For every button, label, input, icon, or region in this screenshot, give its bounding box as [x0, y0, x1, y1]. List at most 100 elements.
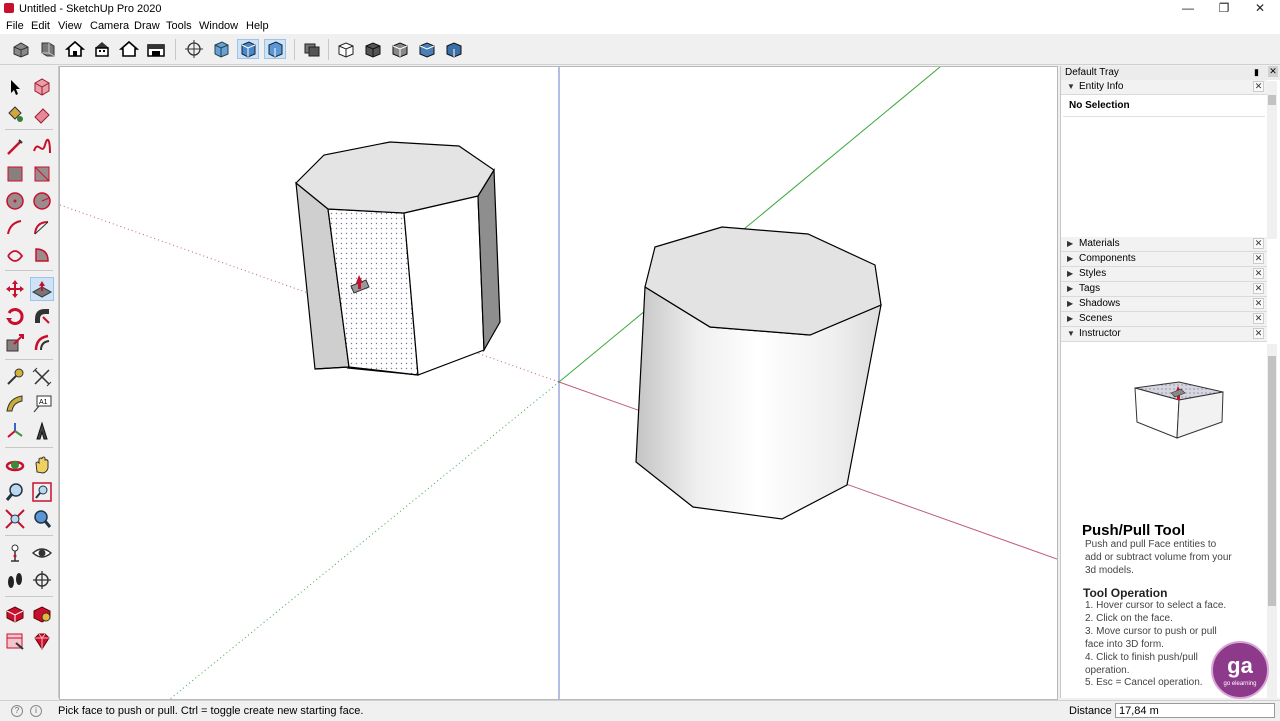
- previous-view-icon[interactable]: [31, 508, 53, 530]
- select-icon[interactable]: [4, 76, 26, 98]
- scroll-thumb[interactable]: [1268, 95, 1276, 105]
- scroll-thumb[interactable]: [1268, 356, 1276, 606]
- info-icon[interactable]: ?: [11, 705, 23, 717]
- scale-icon[interactable]: [4, 332, 26, 354]
- paint-bucket-icon[interactable]: [4, 103, 26, 125]
- panel-close-icon[interactable]: ✕: [1253, 313, 1264, 324]
- dimension-icon[interactable]: [31, 366, 53, 388]
- zoom-window-icon[interactable]: [31, 481, 53, 503]
- solid-outer-shell-icon[interactable]: [390, 40, 410, 58]
- layout-icon[interactable]: [4, 630, 26, 652]
- panel-close-icon[interactable]: ✕: [1253, 253, 1264, 264]
- 2pt-arc-icon[interactable]: [31, 217, 53, 239]
- pin-icon[interactable]: ▮: [1254, 67, 1259, 78]
- pan-icon[interactable]: [31, 454, 53, 476]
- follow-me-icon[interactable]: [31, 305, 53, 327]
- monochrome-icon[interactable]: [363, 40, 383, 58]
- menu-help[interactable]: Help: [246, 20, 269, 32]
- panel-close-icon[interactable]: ✕: [1253, 328, 1264, 339]
- solid-union-icon[interactable]: [444, 40, 464, 58]
- close-button[interactable]: ✕: [1242, 0, 1278, 18]
- menu-draw[interactable]: Draw: [134, 20, 160, 32]
- modeling-viewport[interactable]: [59, 66, 1058, 700]
- expand-arrow-icon[interactable]: ▶: [1067, 299, 1073, 308]
- panel-entity-info[interactable]: ▼ Entity Info ✕: [1061, 80, 1267, 95]
- pie-icon[interactable]: [31, 244, 53, 266]
- look-around-icon[interactable]: [31, 542, 53, 564]
- ruby-icon[interactable]: [31, 630, 53, 652]
- views-left-icon[interactable]: [146, 40, 166, 58]
- panel-shadows[interactable]: ▶ Shadows ✕: [1061, 297, 1267, 312]
- panel-styles[interactable]: ▶ Styles ✕: [1061, 267, 1267, 282]
- arc-icon[interactable]: [4, 217, 26, 239]
- orbit-icon[interactable]: [4, 454, 26, 476]
- menu-tools[interactable]: Tools: [166, 20, 192, 32]
- panel-close-icon[interactable]: ✕: [1253, 238, 1264, 249]
- views-back-icon[interactable]: [118, 40, 140, 58]
- tray-close-icon[interactable]: ✕: [1268, 66, 1278, 77]
- 3pt-arc-icon[interactable]: [4, 244, 26, 266]
- 3d-text-icon[interactable]: [31, 420, 53, 442]
- geo-location-icon[interactable]: i: [30, 705, 42, 717]
- instructor-scrollbar[interactable]: [1267, 344, 1277, 698]
- polygon-icon[interactable]: [31, 190, 53, 212]
- measurements-box[interactable]: 17,84 m: [1115, 703, 1275, 718]
- line-icon[interactable]: [4, 136, 26, 158]
- panel-close-icon[interactable]: ✕: [1253, 81, 1264, 92]
- 3d-warehouse-icon[interactable]: [4, 603, 26, 625]
- zoom-extents-icon[interactable]: [4, 508, 26, 530]
- views-right-icon[interactable]: [92, 40, 112, 58]
- views-top-icon[interactable]: [38, 40, 58, 58]
- expand-arrow-icon[interactable]: ▶: [1067, 269, 1073, 278]
- menu-window[interactable]: Window: [199, 20, 238, 32]
- octagonal-prism-right[interactable]: [635, 226, 882, 520]
- rectangle-icon[interactable]: [4, 163, 26, 185]
- eraser-icon[interactable]: [31, 103, 53, 125]
- tray-scrollbar-top[interactable]: [1267, 81, 1277, 239]
- panel-close-icon[interactable]: ✕: [1253, 283, 1264, 294]
- panel-instructor[interactable]: ▼ Instructor ✕: [1061, 327, 1267, 342]
- back-edges-icon[interactable]: [211, 40, 231, 58]
- protractor-icon[interactable]: [4, 393, 26, 415]
- rotated-rectangle-icon[interactable]: [31, 163, 53, 185]
- views-front-icon[interactable]: [64, 40, 86, 58]
- section-plane-icon[interactable]: [31, 569, 53, 591]
- solid-intersect-icon[interactable]: [417, 40, 437, 58]
- wireframe-icon[interactable]: [237, 39, 259, 59]
- minimize-button[interactable]: —: [1170, 0, 1206, 18]
- expand-arrow-icon[interactable]: ▶: [1067, 239, 1073, 248]
- views-iso-icon[interactable]: [11, 40, 31, 58]
- circle-icon[interactable]: [4, 190, 26, 212]
- hidden-line-icon[interactable]: [264, 39, 286, 59]
- panel-tags[interactable]: ▶ Tags ✕: [1061, 282, 1267, 297]
- panel-scenes[interactable]: ▶ Scenes ✕: [1061, 312, 1267, 327]
- menu-view[interactable]: View: [58, 20, 82, 32]
- axes-icon[interactable]: [4, 420, 26, 442]
- extension-warehouse-icon[interactable]: [31, 603, 53, 625]
- text-icon[interactable]: A1: [31, 393, 53, 415]
- walk-icon[interactable]: [4, 569, 26, 591]
- tape-measure-icon[interactable]: [4, 366, 26, 388]
- panel-close-icon[interactable]: ✕: [1253, 298, 1264, 309]
- make-component-icon[interactable]: [31, 76, 53, 98]
- move-icon[interactable]: [4, 278, 26, 300]
- menu-camera[interactable]: Camera: [90, 20, 129, 32]
- octagonal-prism-left[interactable]: [295, 141, 501, 376]
- panel-materials[interactable]: ▶ Materials ✕: [1061, 237, 1267, 252]
- shaded-textures-icon[interactable]: [336, 40, 356, 58]
- push-pull-icon[interactable]: [30, 277, 54, 301]
- panel-components[interactable]: ▶ Components ✕: [1061, 252, 1267, 267]
- menu-edit[interactable]: Edit: [31, 20, 50, 32]
- panel-close-icon[interactable]: ✕: [1253, 268, 1264, 279]
- freehand-icon[interactable]: [31, 136, 53, 158]
- zoom-icon[interactable]: [4, 481, 26, 503]
- expand-arrow-icon[interactable]: ▶: [1067, 254, 1073, 263]
- expand-arrow-icon[interactable]: ▶: [1067, 284, 1073, 293]
- position-camera-icon[interactable]: [4, 542, 26, 564]
- collapse-arrow-icon[interactable]: ▼: [1067, 82, 1075, 91]
- expand-arrow-icon[interactable]: ▶: [1067, 314, 1073, 323]
- restore-button[interactable]: ❐: [1206, 0, 1242, 18]
- offset-icon[interactable]: [31, 332, 53, 354]
- menu-file[interactable]: File: [6, 20, 24, 32]
- shaded-icon[interactable]: [302, 40, 322, 58]
